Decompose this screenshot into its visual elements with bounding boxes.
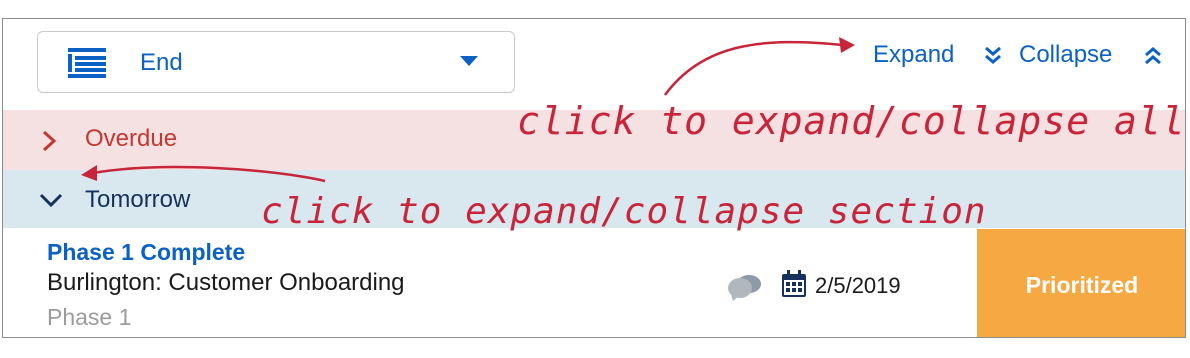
annotation-expand-section: click to expand/collapse section — [261, 191, 987, 232]
due-date: 2/5/2019 — [815, 273, 901, 298]
select-value: End — [140, 49, 183, 76]
chevron-right-icon[interactable] — [41, 130, 57, 152]
card-phase: Phase 1 — [47, 304, 132, 330]
card-title-link[interactable]: Phase 1 Complete — [47, 239, 245, 266]
calendar-icon — [782, 270, 806, 297]
chevron-down-icon[interactable] — [39, 192, 63, 208]
double-chevron-down-icon[interactable] — [983, 45, 1003, 67]
expand-all-button[interactable]: Expand — [873, 41, 954, 69]
section-tomorrow-label: Tomorrow — [85, 186, 191, 213]
list-lines-icon — [68, 48, 106, 78]
panel: End Expand Collapse Overdue Tomorrow Pha… — [2, 18, 1186, 338]
collapse-all-button[interactable]: Collapse — [1019, 41, 1112, 69]
double-chevron-up-icon[interactable] — [1143, 45, 1163, 67]
status-label: Prioritized — [1025, 272, 1139, 298]
card-subtitle: Burlington: Customer Onboarding — [47, 269, 405, 296]
chevron-down-icon — [460, 56, 478, 66]
status-badge[interactable]: Prioritized — [977, 229, 1185, 337]
section-overdue-label: Overdue — [85, 125, 178, 152]
sort-select[interactable]: End — [37, 31, 515, 93]
chat-icon[interactable] — [727, 273, 763, 301]
annotation-expand-all: click to expand/collapse all sections — [517, 99, 1186, 143]
